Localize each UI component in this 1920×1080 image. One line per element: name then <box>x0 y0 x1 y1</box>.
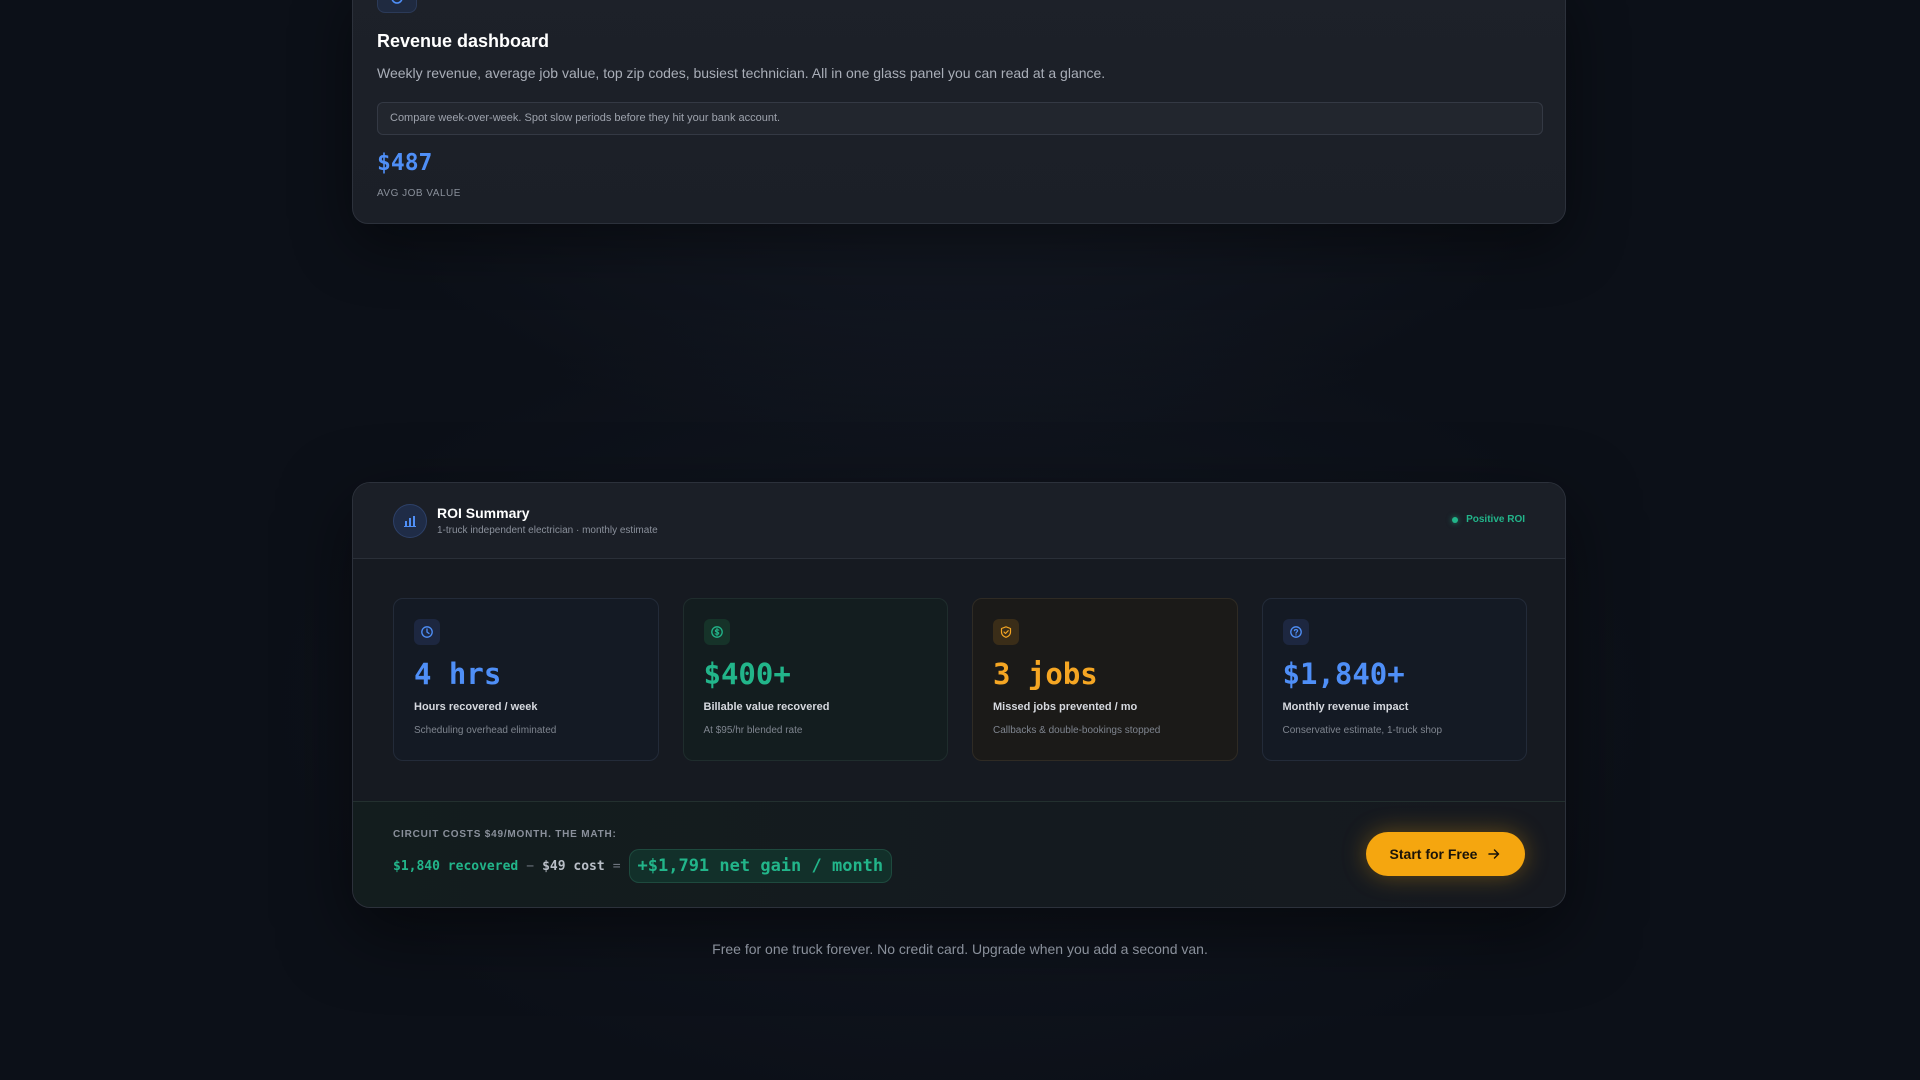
shield-icon <box>993 619 1019 645</box>
math-heading: CIRCUIT COSTS $49/MONTH. THE MATH: <box>393 829 617 840</box>
footer-note: Free for one truck forever. No credit ca… <box>712 941 1208 957</box>
dollar-icon <box>703 619 730 645</box>
roi-summary-subtitle: 1-truck independent electrician · monthl… <box>437 525 658 536</box>
stat-card-missed-jobs: 3 jobs Missed jobs prevented / mo Callba… <box>972 598 1238 761</box>
stat-label: Missed jobs prevented / mo <box>993 701 1138 713</box>
stat-value: $400+ <box>703 657 791 691</box>
help-circle-icon <box>1282 619 1309 645</box>
start-for-free-button[interactable]: Start for Free <box>1366 832 1525 876</box>
revenue-dashboard-description: Weekly revenue, average job value, top z… <box>377 65 1106 81</box>
bar-chart-icon <box>393 504 427 538</box>
math-equation: $1,840 recovered − $49 cost = +$1,791 ne… <box>393 849 893 883</box>
stat-caption: Callbacks & double-bookings stopped <box>993 725 1161 736</box>
stat-card-billable: $400+ Billable value recovered At $95/hr… <box>682 598 948 761</box>
net-gain-badge: +$1,791 net gain / month <box>628 849 893 883</box>
arrow-right-icon <box>1488 849 1500 859</box>
roi-summary-title: ROI Summary <box>437 505 530 521</box>
stat-label: Billable value recovered <box>703 701 830 713</box>
roi-stat-grid: 4 hrs Hours recovered / week Scheduling … <box>393 598 1527 761</box>
chart-icon <box>377 0 417 13</box>
roi-math-footer: CIRCUIT COSTS $49/MONTH. THE MATH: $1,84… <box>353 801 1565 907</box>
stat-value: 4 hrs <box>414 657 502 691</box>
avg-job-value-label: AVG JOB VALUE <box>377 188 461 199</box>
roi-summary-header: ROI Summary 1-truck independent electric… <box>353 483 1565 559</box>
avg-job-value: $487 <box>377 150 433 176</box>
math-recovered: $1,840 recovered <box>393 858 519 874</box>
stat-caption: At $95/hr blended rate <box>703 725 803 736</box>
stat-caption: Conservative estimate, 1-truck shop <box>1282 725 1443 736</box>
positive-roi-label: Positive ROI <box>1466 514 1525 525</box>
start-for-free-label: Start for Free <box>1389 846 1478 862</box>
stat-value: $1,840+ <box>1282 657 1405 691</box>
revenue-dashboard-card: Revenue dashboard Weekly revenue, averag… <box>352 0 1566 224</box>
clock-icon <box>414 619 440 645</box>
math-equals: = <box>612 858 621 874</box>
status-dot-icon <box>1452 516 1459 523</box>
stat-card-hours: 4 hrs Hours recovered / week Scheduling … <box>393 598 659 761</box>
stat-label: Hours recovered / week <box>414 701 538 713</box>
stat-label: Monthly revenue impact <box>1282 701 1409 713</box>
math-cost: $49 cost <box>542 858 605 874</box>
stat-caption: Scheduling overhead eliminated <box>414 725 557 736</box>
math-minus: − <box>526 858 535 874</box>
roi-summary-card: ROI Summary 1-truck independent electric… <box>352 482 1566 908</box>
stat-card-revenue-impact: $1,840+ Monthly revenue impact Conservat… <box>1261 598 1527 761</box>
positive-roi-badge: Positive ROI <box>1452 514 1525 525</box>
stat-value: 3 jobs <box>993 657 1098 691</box>
revenue-dashboard-note: Compare week-over-week. Spot slow period… <box>377 102 1543 135</box>
revenue-dashboard-title: Revenue dashboard <box>377 31 550 51</box>
